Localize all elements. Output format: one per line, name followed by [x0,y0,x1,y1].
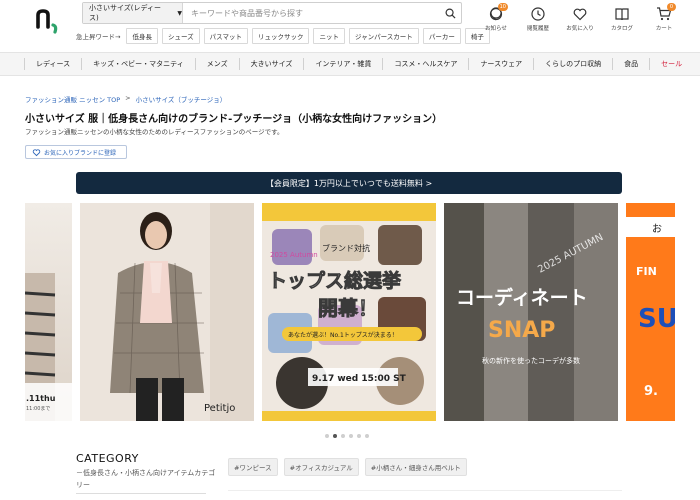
slide4-date: 9. [644,384,658,399]
nav-item-storage[interactable]: くらしのプロ収納 [534,58,614,70]
chevron-down-icon: ▼ [177,9,182,17]
slide4-mid: FIN [636,265,657,278]
search-category-select[interactable]: 小さいサイズ(レディース) ▼ [83,3,183,23]
nav-item-sale[interactable]: セール [650,58,693,70]
quick-words: 急上昇ワード→ 低身長 シューズ パスマット リュックサック ニット ジャンパー… [76,28,490,44]
carousel-slide[interactable]: .11thu 11:00まで [25,203,72,421]
category-divider [76,493,206,494]
carousel-slide[interactable]: お FIN SU S 9. [626,203,675,421]
nav-item-interior[interactable]: インテリア・雑貨 [304,58,384,70]
category-tag[interactable]: #ワンピース [228,458,278,476]
quick-word-chip[interactable]: シューズ [161,28,200,44]
nav-item-mens[interactable]: メンズ [196,58,240,70]
slide3-main: コーディネート [456,286,588,309]
category-tag[interactable]: #オフィスカジュアル [283,458,359,476]
notification-badge: 10 [497,3,508,11]
book-icon [615,8,629,21]
cart-label: カート [655,26,673,32]
quick-word-chip[interactable]: リュックサック [251,28,310,44]
heart-icon [573,8,587,21]
notification-label: お知らせ [485,26,507,32]
slide2-main: トップス総選挙 [268,269,402,292]
carousel-slide[interactable]: 2025 Autumn ブランド対抗 トップス総選挙 開幕！ あなたが選ぶ！No… [262,203,436,421]
carousel-slide[interactable]: 2025 AUTUMN コーディネート SNAP 秋の新作を使ったコーデが多数 [444,203,618,421]
slide1-brand: Petitjo [204,403,235,414]
heart-icon [32,148,41,156]
banner-carousel[interactable]: .11thu 11:00まで Petitjo 2025 Autumn ブランド対… [25,203,675,421]
carousel-dots [325,434,369,438]
quick-words-label: 急上昇ワード→ [76,33,121,41]
slide2-top2: ブランド対抗 [322,243,370,253]
search-button[interactable] [439,3,461,23]
category-tag[interactable]: #小柄さん・細身さん用ベルト [364,458,467,476]
search-icon [445,8,456,19]
add-favorite-brand-label: お気に入りブランドに登録 [44,149,117,157]
quick-word-chip[interactable]: パーカー [422,28,461,44]
carousel-dot[interactable] [341,434,345,438]
breadcrumb-link-top[interactable]: ファッション通販 ニッセン TOP [25,94,120,104]
site-header: 小さいサイズ(レディース) ▼ キーワードや商品番号から探す 急上昇ワード→ 低… [0,0,700,52]
slide0-date: .11thu [26,394,56,403]
slide2-sub: あなたが選ぶ！No.1トップスが決まる！ [288,331,398,339]
page-description: ファッション通販ニッセンの小柄な女性のためのレディースファッションのページです。 [25,128,284,136]
carousel-dot[interactable] [349,434,353,438]
carousel-dot[interactable] [325,434,329,438]
header-icons: 10 お知らせ 閲覧履歴 お気に入り カタログ 0 カート [476,3,684,32]
cart-badge: 0 [667,3,676,11]
category-nav: レディース キッズ・ベビー・マタニティ メンズ 大きいサイズ インテリア・雑貨 … [0,52,700,76]
category-subtitle: －低身長さん・小柄さん向けアイテムカテゴリー [76,469,216,489]
slide2-date: 9.17 wed 15:00 ST [312,374,407,384]
carousel-dot[interactable] [333,434,337,438]
slide4-top: お [652,223,662,235]
catalog-label: カタログ [610,26,633,32]
quick-word-chip[interactable]: 低身長 [126,28,158,44]
slide4-big: SU S [638,304,675,334]
add-favorite-brand-button[interactable]: お気に入りブランドに登録 [25,145,127,159]
breadcrumb-separator: > [125,94,131,102]
search-bar: 小さいサイズ(レディース) ▼ キーワードや商品番号から探す [82,2,462,24]
slide2-main2: 開幕！ [318,296,378,320]
quick-word-chip[interactable]: ジャンパースカート [348,28,419,44]
category-tags: #ワンピース #オフィスカジュアル #小柄さん・細身さん用ベルト [228,458,467,476]
nav-item-nurse[interactable]: ナースウェア [469,58,535,70]
quick-word-chip[interactable]: パスマット [203,28,248,44]
slide0-time: 11:00まで [26,406,50,412]
slide3-sub: 秋の新作を使ったコーデが多数 [482,356,580,365]
nav-item-large-size[interactable]: 大きいサイズ [240,58,305,70]
category-heading: CATEGORY [76,452,139,465]
search-input[interactable]: キーワードや商品番号から探す [183,8,439,19]
slide3-snap: SNAP [488,318,555,343]
catalog-button[interactable]: カタログ [602,6,642,32]
cart-button[interactable]: 0 カート [644,3,684,32]
page-title: 小さいサイズ 服｜低身長さん向けのブランド-プッチージョ（小柄な女性向けファッシ… [25,114,443,125]
carousel-slide[interactable]: Petitjo [80,203,254,421]
search-category-label: 小さいサイズ(レディース) [89,4,162,22]
nav-item-food[interactable]: 食品 [613,58,651,70]
history-label: 閲覧履歴 [526,26,549,32]
promo-text: 【会員限定】1万円以上でいつでも送料無料 > [265,178,433,188]
carousel-dot[interactable] [357,434,361,438]
breadcrumb: ファッション通販 ニッセン TOP > 小さいサイズ（ブッチージョ） [25,94,226,104]
nav-item-ladies[interactable]: レディース [24,58,83,70]
nav-item-cosme[interactable]: コスメ・ヘルスケア [383,58,470,70]
favorites-button[interactable]: お気に入り [560,6,600,32]
quick-word-chip[interactable]: ニット [313,28,345,44]
tags-divider [228,490,622,491]
breadcrumb-current[interactable]: 小さいサイズ（ブッチージョ） [136,94,227,104]
favorites-label: お気に入り [566,26,594,32]
nav-item-kids[interactable]: キッズ・ベビー・マタニティ [82,58,196,70]
nissen-logo[interactable] [34,5,66,35]
slide2-top: 2025 Autumn [270,251,318,259]
carousel-dot[interactable] [365,434,369,438]
clock-icon [531,7,545,21]
notification-button[interactable]: 10 お知らせ [476,3,516,32]
member-promo-banner[interactable]: 【会員限定】1万円以上でいつでも送料無料 > [76,172,622,194]
history-button[interactable]: 閲覧履歴 [518,6,558,32]
